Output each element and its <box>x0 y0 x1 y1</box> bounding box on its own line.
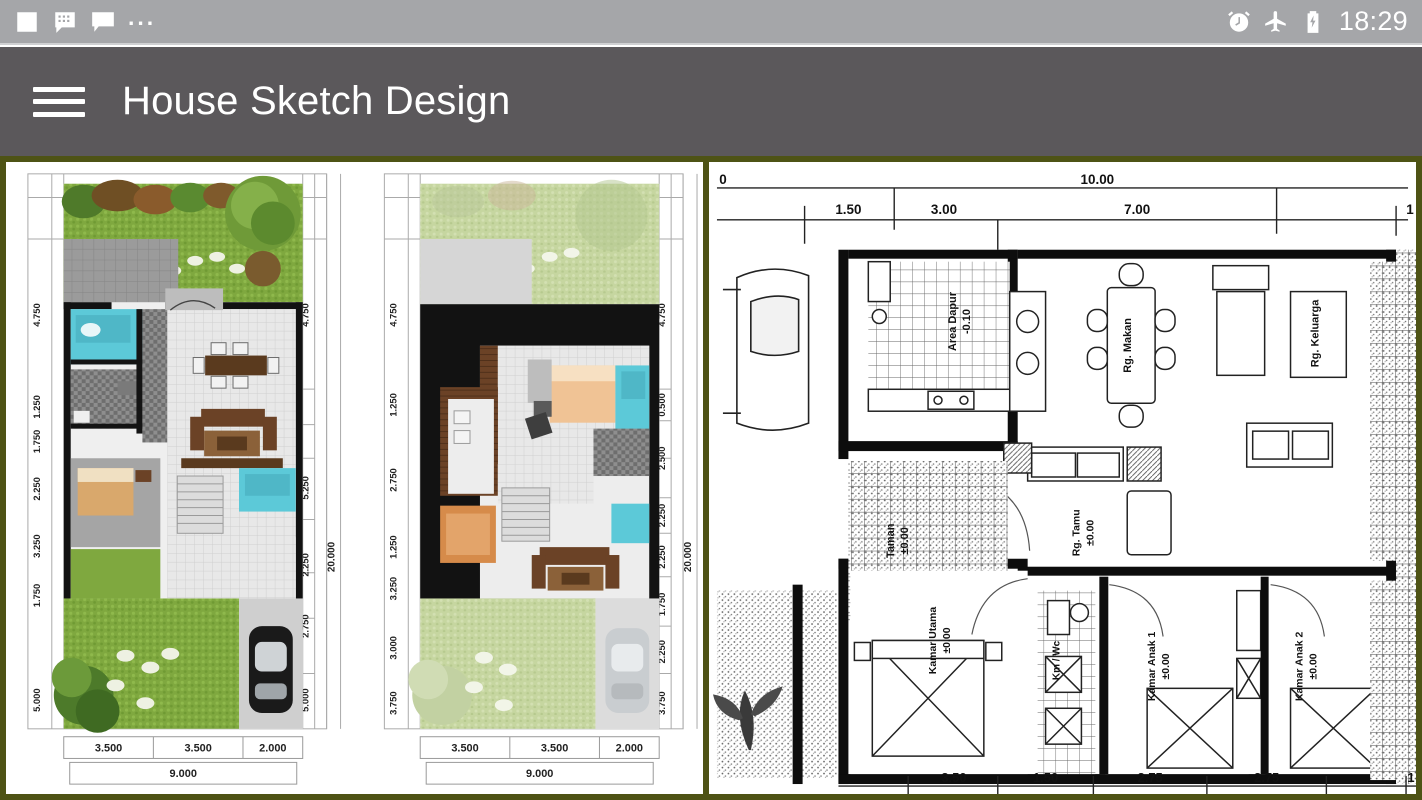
svg-text:2.75: 2.75 <box>1138 770 1163 785</box>
svg-text:±0.00: ±0.00 <box>899 527 911 554</box>
svg-text:Kamar Utama: Kamar Utama <box>928 607 939 675</box>
svg-text:9.000: 9.000 <box>170 768 197 780</box>
battery-charging-icon <box>1300 9 1326 35</box>
svg-text:4.750: 4.750 <box>31 303 42 326</box>
svg-text:±0.00: ±0.00 <box>1085 520 1096 546</box>
alarm-icon <box>1226 9 1252 35</box>
svg-text:2.250: 2.250 <box>31 477 42 500</box>
svg-text:3.500: 3.500 <box>95 743 122 755</box>
message-icon <box>90 9 116 35</box>
svg-text:2.000: 2.000 <box>616 743 643 755</box>
svg-text:-0.10: -0.10 <box>961 309 973 334</box>
svg-text:7.00: 7.00 <box>1124 202 1150 217</box>
svg-text:1.50: 1.50 <box>1033 770 1058 785</box>
svg-text:1.750: 1.750 <box>31 584 42 607</box>
svg-text:1.750: 1.750 <box>31 430 42 453</box>
svg-text:3.500: 3.500 <box>451 743 478 755</box>
status-bar-clock: 18:29 <box>1338 6 1408 36</box>
overflow-dots: ... <box>128 3 157 30</box>
svg-text:10.00: 10.00 <box>1081 172 1115 187</box>
svg-text:3.50: 3.50 <box>941 770 966 785</box>
technical-floorplan-svg: 10.00 1.50 3.00 7.00 1 0 Area Dapur -0.1… <box>709 162 1416 794</box>
svg-text:1.50: 1.50 <box>835 202 861 217</box>
svg-text:Kamar Anak 2: Kamar Anak 2 <box>1294 632 1305 702</box>
airplane-mode-icon <box>1263 9 1289 35</box>
rendered-floorplans-svg: 4.750 1.250 1.750 2.250 3.250 1.750 5.00… <box>6 162 703 794</box>
status-bar-notifications: ... <box>14 3 157 35</box>
hamburger-menu-icon[interactable] <box>33 82 85 122</box>
page-title: House Sketch Design <box>122 79 511 123</box>
svg-text:20.000: 20.000 <box>683 541 694 572</box>
svg-text:3.500: 3.500 <box>184 743 211 755</box>
svg-text:Km / Wc: Km / Wc <box>1052 640 1063 680</box>
image-gallery: 4.750 1.250 1.750 2.250 3.250 1.750 5.00… <box>0 156 1422 800</box>
technical-plan-canvas: 10.00 1.50 3.00 7.00 1 0 Area Dapur -0.1… <box>709 162 1416 794</box>
status-bar: ... 18:29 <box>0 0 1422 45</box>
svg-text:3.00: 3.00 <box>931 202 957 217</box>
svg-text:Area Dapur: Area Dapur <box>947 291 959 351</box>
gallery-item-technical-plan[interactable]: 10.00 1.50 3.00 7.00 1 0 Area Dapur -0.1… <box>706 156 1422 800</box>
svg-text:1: 1 <box>1406 202 1414 217</box>
svg-text:±0.00: ±0.00 <box>942 627 953 653</box>
svg-text:3.250: 3.250 <box>387 577 398 600</box>
status-bar-system: 18:29 <box>1226 6 1408 37</box>
svg-text:3.000: 3.000 <box>387 636 398 659</box>
svg-text:±0.00: ±0.00 <box>1161 653 1172 679</box>
svg-text:1: 1 <box>1407 770 1414 785</box>
svg-text:1.250: 1.250 <box>387 535 398 558</box>
svg-text:2.000: 2.000 <box>259 743 286 755</box>
svg-text:Rg. Tamu: Rg. Tamu <box>1071 509 1082 556</box>
rendered-plans-canvas: 4.750 1.250 1.750 2.250 3.250 1.750 5.00… <box>6 162 703 794</box>
svg-text:1.250: 1.250 <box>31 395 42 418</box>
svg-text:9.000: 9.000 <box>526 768 553 780</box>
svg-text:Rg. Keluarga: Rg. Keluarga <box>1309 299 1321 367</box>
gallery-item-rendered-plans[interactable]: 4.750 1.250 1.750 2.250 3.250 1.750 5.00… <box>0 156 706 800</box>
image-icon <box>14 9 40 35</box>
svg-text:Rg. Makan: Rg. Makan <box>1122 318 1134 373</box>
svg-text:±0.00: ±0.00 <box>1308 653 1319 679</box>
svg-text:1.250: 1.250 <box>387 393 398 416</box>
svg-text:20.000: 20.000 <box>327 541 338 572</box>
svg-text:2.750: 2.750 <box>387 468 398 491</box>
svg-text:3.500: 3.500 <box>541 743 568 755</box>
svg-text:0: 0 <box>719 172 726 187</box>
keyboard-icon <box>52 9 78 35</box>
svg-text:Kamar Anak 1: Kamar Anak 1 <box>1147 632 1158 702</box>
app-bar: House Sketch Design <box>0 47 1422 156</box>
svg-text:3.250: 3.250 <box>31 534 42 557</box>
svg-text:4.750: 4.750 <box>387 303 398 326</box>
svg-text:2.75: 2.75 <box>1254 770 1279 785</box>
svg-text:Taman: Taman <box>885 524 897 558</box>
svg-text:3.750: 3.750 <box>387 691 398 714</box>
svg-text:5.000: 5.000 <box>31 688 42 711</box>
